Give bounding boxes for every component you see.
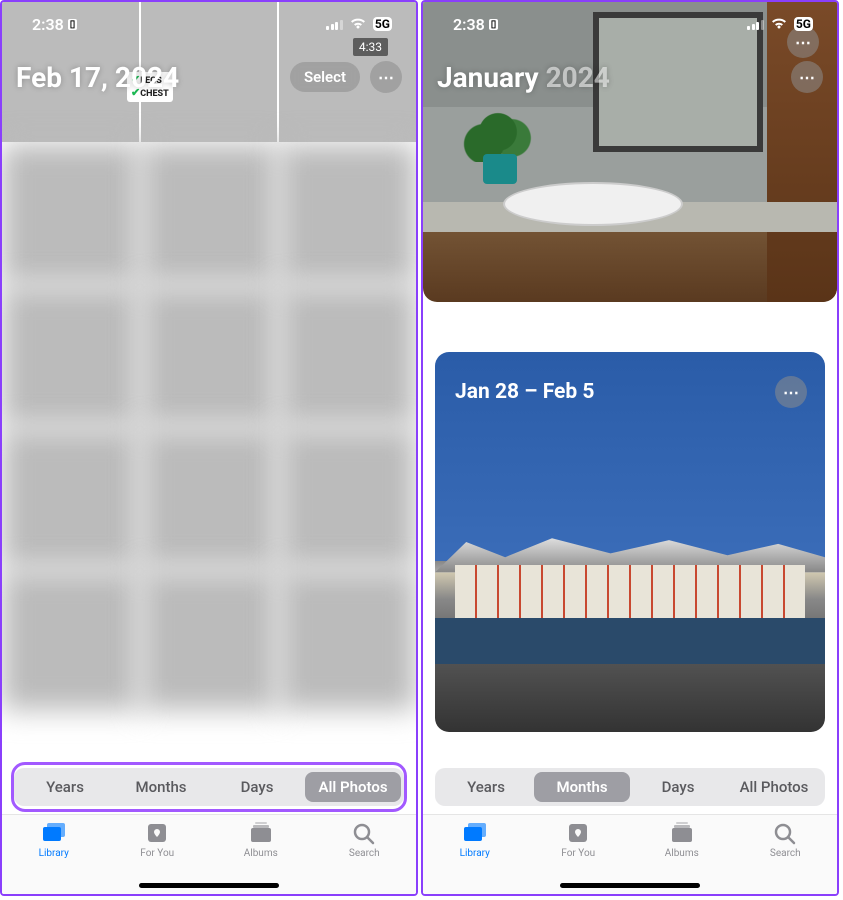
- tab-label: Albums: [244, 848, 278, 859]
- tab-search[interactable]: Search: [734, 821, 838, 894]
- select-button[interactable]: Select: [290, 62, 360, 92]
- segment-years[interactable]: Years: [438, 772, 534, 802]
- more-options-button[interactable]: ⋯: [370, 61, 402, 93]
- segment-all-photos[interactable]: All Photos: [305, 772, 401, 802]
- tab-library[interactable]: Library: [2, 821, 106, 894]
- ellipsis-icon: ⋯: [783, 383, 799, 402]
- months-scroll[interactable]: ⋯ Jan 28 – Feb 5 ⋯: [423, 2, 837, 894]
- tab-bar: Library For You Albums Search: [2, 814, 416, 894]
- library-icon: [41, 821, 67, 845]
- ellipsis-icon: ⋯: [799, 68, 815, 87]
- more-options-button[interactable]: ⋯: [791, 61, 823, 93]
- month-card-january[interactable]: ⋯: [423, 2, 837, 302]
- tab-label: Albums: [665, 848, 699, 859]
- library-header: January 2024 ⋯: [423, 52, 837, 102]
- photo-thumbnail-bathroom: [423, 2, 837, 302]
- tab-label: For You: [561, 848, 595, 859]
- phone-screen-all-photos: 4:33 ✔LEGS ✔CHEST 2:38 ▯ 5G Feb 17, 2024…: [0, 0, 418, 896]
- status-bar: 2:38 ▯ 5G: [423, 2, 837, 46]
- status-profile-icon: ▯: [489, 19, 499, 30]
- albums-icon: [669, 821, 695, 845]
- date-title: Feb 17, 2024: [16, 61, 179, 94]
- status-time: 2:38: [453, 15, 485, 34]
- home-indicator[interactable]: [139, 883, 279, 888]
- tab-label: Library: [39, 848, 69, 859]
- segment-months[interactable]: Months: [534, 772, 630, 802]
- phone-screen-months: ⋯ Jan 28 – Feb 5 ⋯ 2:38 ▯ 5G Janu: [421, 0, 839, 896]
- tab-label: For You: [140, 848, 174, 859]
- wifi-icon: [349, 15, 367, 34]
- tab-search[interactable]: Search: [313, 821, 417, 894]
- for-you-icon: [565, 821, 591, 845]
- segment-months[interactable]: Months: [113, 772, 209, 802]
- ellipsis-icon: ⋯: [378, 68, 394, 87]
- tab-label: Search: [770, 848, 801, 859]
- library-header: Feb 17, 2024 Select ⋯: [2, 52, 416, 102]
- segment-days[interactable]: Days: [209, 772, 305, 802]
- home-indicator[interactable]: [560, 883, 700, 888]
- albums-icon: [248, 821, 274, 845]
- segment-years[interactable]: Years: [17, 772, 113, 802]
- segment-all-photos[interactable]: All Photos: [726, 772, 822, 802]
- network-badge: 5G: [373, 17, 392, 31]
- photo-thumbnail-mountain: [435, 352, 825, 732]
- cellular-signal-icon: [326, 18, 343, 30]
- cellular-signal-icon: [747, 18, 764, 30]
- library-icon: [462, 821, 488, 845]
- week-card-jan28-feb5[interactable]: Jan 28 – Feb 5 ⋯: [435, 352, 825, 732]
- time-scale-segmented-control[interactable]: Years Months Days All Photos: [435, 768, 825, 806]
- segment-days[interactable]: Days: [630, 772, 726, 802]
- card-date-range: Jan 28 – Feb 5: [455, 380, 594, 404]
- tab-label: Search: [349, 848, 380, 859]
- time-scale-segmented-control[interactable]: Years Months Days All Photos: [14, 768, 404, 806]
- card-more-button[interactable]: ⋯: [775, 376, 807, 408]
- status-time: 2:38: [32, 15, 64, 34]
- for-you-icon: [144, 821, 170, 845]
- photo-grid[interactable]: [2, 2, 416, 894]
- wifi-icon: [770, 15, 788, 34]
- search-icon: [351, 821, 377, 845]
- status-bar: 2:38 ▯ 5G: [2, 2, 416, 46]
- status-profile-icon: ▯: [68, 19, 78, 30]
- month-title: January 2024: [437, 61, 610, 94]
- search-icon: [772, 821, 798, 845]
- network-badge: 5G: [794, 17, 813, 31]
- tab-bar: Library For You Albums Search: [423, 814, 837, 894]
- tab-label: Library: [460, 848, 490, 859]
- tab-library[interactable]: Library: [423, 821, 527, 894]
